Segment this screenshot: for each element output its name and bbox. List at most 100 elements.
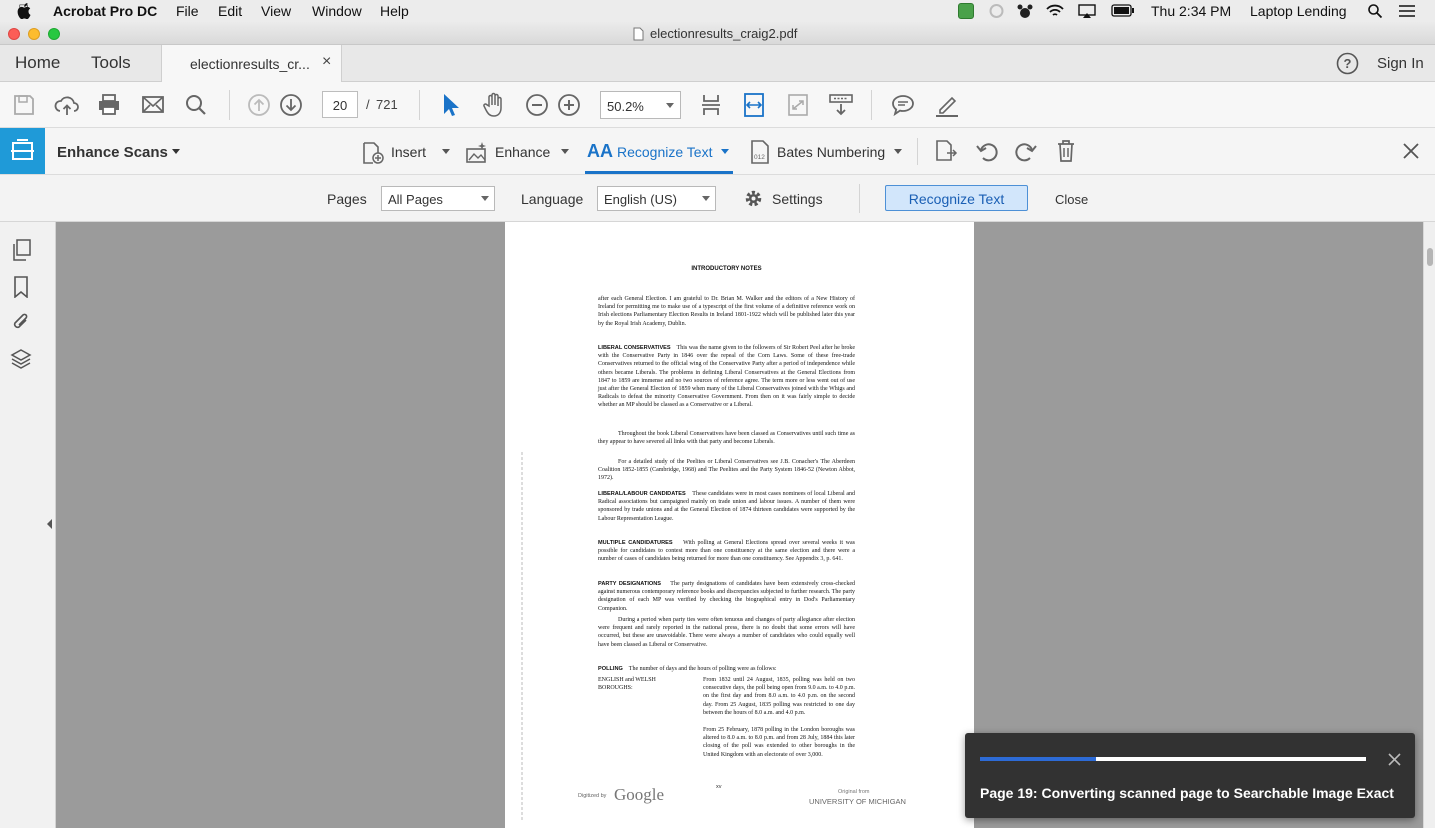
page-thumbnails-icon[interactable] bbox=[12, 239, 32, 261]
close-icon[interactable] bbox=[1388, 753, 1401, 766]
zoom-out-icon[interactable] bbox=[525, 93, 549, 117]
toolbar-separator bbox=[419, 90, 420, 120]
settings-button[interactable]: Settings bbox=[772, 191, 823, 207]
comment-icon[interactable] bbox=[891, 93, 915, 117]
doc-paragraph: after each General Election. I am gratef… bbox=[598, 296, 855, 327]
fit-width-icon[interactable] bbox=[742, 92, 766, 118]
original-from-label: Original from bbox=[838, 789, 870, 795]
enhance-scans-bar: Enhance Scans Insert Enhance AA Recogniz… bbox=[0, 128, 1435, 175]
vertical-scrollbar[interactable] bbox=[1423, 222, 1435, 828]
progress-track bbox=[980, 757, 1366, 761]
menu-help[interactable]: Help bbox=[380, 3, 409, 19]
chevron-down-icon[interactable] bbox=[894, 149, 902, 154]
enhance-scans-title[interactable]: Enhance Scans bbox=[57, 144, 168, 161]
hand-tool-icon[interactable] bbox=[482, 92, 506, 118]
doc-section-heading: MULTIPLE CANDIDATURES bbox=[598, 540, 673, 546]
spotlight-search-icon[interactable] bbox=[1367, 3, 1383, 19]
enhance-button[interactable]: Enhance bbox=[495, 144, 550, 160]
search-icon[interactable] bbox=[184, 93, 208, 117]
sync-status-icon[interactable] bbox=[988, 3, 1005, 19]
fit-page-icon[interactable] bbox=[700, 92, 722, 118]
layers-icon[interactable] bbox=[10, 348, 32, 370]
airplay-icon[interactable] bbox=[1077, 3, 1097, 19]
chevron-down-icon[interactable] bbox=[172, 149, 180, 154]
close-window-button[interactable] bbox=[8, 28, 20, 40]
notification-center-icon[interactable] bbox=[1398, 4, 1416, 18]
language-select-value: English (US) bbox=[604, 192, 677, 207]
delete-trash-icon[interactable] bbox=[1056, 139, 1076, 163]
bates-numbering-icon[interactable]: 012 bbox=[751, 140, 769, 164]
recognize-text-button[interactable]: Recognize Text bbox=[885, 185, 1028, 211]
doc-section-heading: LIBERAL/LABOUR CANDIDATES bbox=[598, 491, 686, 497]
status-app-icon[interactable] bbox=[958, 3, 974, 19]
sign-in-link[interactable]: Sign In bbox=[1377, 55, 1424, 72]
gear-icon[interactable] bbox=[743, 188, 764, 209]
zoom-in-icon[interactable] bbox=[557, 93, 581, 117]
progress-fill bbox=[980, 757, 1096, 761]
rotate-right-icon[interactable] bbox=[1014, 140, 1038, 162]
tab-close-icon[interactable]: × bbox=[322, 53, 331, 71]
close-button[interactable]: Close bbox=[1055, 192, 1088, 207]
main-toolbar: 20 / 721 50.2% bbox=[0, 82, 1435, 128]
previous-page-icon[interactable] bbox=[247, 93, 271, 117]
close-icon[interactable] bbox=[1402, 142, 1420, 160]
bates-numbering-button[interactable]: Bates Numbering bbox=[777, 144, 885, 160]
menu-view[interactable]: View bbox=[261, 3, 291, 19]
highlight-pen-icon[interactable] bbox=[934, 92, 960, 118]
menubar-user[interactable]: Laptop Lending bbox=[1250, 3, 1347, 19]
menu-edit[interactable]: Edit bbox=[218, 3, 242, 19]
university-label: UNIVERSITY OF MICHIGAN bbox=[809, 797, 906, 806]
tab-document[interactable]: electionresults_cr... × bbox=[161, 45, 342, 83]
wifi-icon[interactable] bbox=[1045, 3, 1065, 19]
chevron-down-icon[interactable] bbox=[561, 149, 569, 154]
battery-icon[interactable] bbox=[1111, 4, 1135, 18]
recognize-text-tab[interactable]: AA Recognize Text bbox=[585, 128, 733, 174]
app-menu[interactable]: Acrobat Pro DC bbox=[53, 3, 157, 19]
upload-cloud-icon[interactable] bbox=[54, 93, 80, 117]
attachment-paperclip-icon[interactable] bbox=[11, 311, 31, 333]
collapse-pane-icon[interactable] bbox=[47, 519, 52, 529]
menubar-clock[interactable]: Thu 2:34 PM bbox=[1151, 3, 1231, 19]
minimize-window-button[interactable] bbox=[28, 28, 40, 40]
menu-file[interactable]: File bbox=[176, 3, 199, 19]
toolbar-separator bbox=[859, 184, 860, 213]
zoom-window-button[interactable] bbox=[48, 28, 60, 40]
scrollbar-thumb[interactable] bbox=[1427, 248, 1433, 266]
next-page-icon[interactable] bbox=[279, 93, 303, 117]
print-icon[interactable] bbox=[97, 93, 121, 117]
full-screen-icon[interactable] bbox=[787, 93, 809, 117]
apple-logo-icon[interactable] bbox=[17, 3, 31, 19]
doc-paragraph: During a period when party ties were oft… bbox=[598, 617, 855, 648]
chevron-down-icon bbox=[702, 196, 710, 201]
paw-status-icon[interactable] bbox=[1016, 3, 1034, 19]
page-total: 721 bbox=[376, 97, 398, 112]
scroll-mode-icon[interactable] bbox=[828, 93, 854, 117]
insert-page-icon[interactable] bbox=[361, 141, 385, 165]
zoom-value: 50.2% bbox=[607, 99, 644, 114]
rotate-left-icon[interactable] bbox=[975, 140, 999, 162]
select-cursor-icon[interactable] bbox=[441, 92, 459, 118]
pages-select[interactable]: All Pages bbox=[381, 186, 495, 211]
text-aa-icon: AA bbox=[587, 141, 613, 161]
chevron-down-icon bbox=[481, 196, 489, 201]
toolbar-separator bbox=[229, 90, 230, 120]
enhance-icon[interactable] bbox=[465, 140, 489, 165]
email-icon[interactable] bbox=[141, 94, 165, 116]
chevron-down-icon[interactable] bbox=[442, 149, 450, 154]
progress-message: Page 19: Converting scanned page to Sear… bbox=[980, 785, 1394, 801]
tab-tools[interactable]: Tools bbox=[91, 53, 131, 73]
doc-paragraph: LIBERAL/LABOUR CANDIDATES These candidat… bbox=[598, 490, 855, 523]
page-number-input[interactable]: 20 bbox=[322, 91, 358, 118]
zoom-select[interactable]: 50.2% bbox=[600, 91, 681, 119]
tab-home[interactable]: Home bbox=[15, 53, 60, 73]
enhance-scans-tool-icon[interactable] bbox=[0, 128, 45, 174]
help-icon[interactable]: ? bbox=[1336, 52, 1359, 75]
doc-paragraph: MULTIPLE CANDIDATURES With polling at Ge… bbox=[598, 539, 855, 564]
save-icon[interactable] bbox=[12, 93, 36, 117]
extract-pages-icon[interactable] bbox=[934, 139, 958, 163]
language-select[interactable]: English (US) bbox=[597, 186, 716, 211]
insert-button[interactable]: Insert bbox=[391, 144, 426, 160]
google-logo: Google bbox=[614, 785, 665, 804]
menu-window[interactable]: Window bbox=[312, 3, 362, 19]
bookmark-icon[interactable] bbox=[13, 276, 29, 298]
